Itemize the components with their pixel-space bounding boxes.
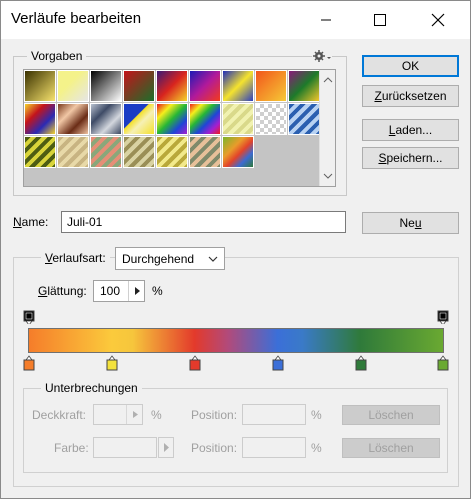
opacity-input: [93, 404, 143, 425]
opacity-position-input: [242, 404, 306, 425]
color-stop-4[interactable]: [272, 355, 284, 371]
gradient-type-value: Durchgehend: [122, 252, 195, 266]
opacity-unit: %: [151, 408, 162, 422]
opacity-stop-left[interactable]: [23, 310, 35, 324]
color-stop-5[interactable]: [355, 355, 367, 371]
color-menu-button: [158, 437, 174, 458]
maximize-button[interactable]: [357, 1, 403, 39]
smoothness-unit: %: [152, 284, 163, 298]
close-button[interactable]: [415, 1, 461, 39]
presets-list: [23, 69, 336, 187]
smoothness-label: Glättung:: [38, 284, 87, 298]
name-input[interactable]: Juli-01: [61, 211, 346, 233]
preset-swatch[interactable]: [123, 103, 155, 135]
gear-icon: [313, 50, 331, 62]
preset-swatch[interactable]: [123, 136, 155, 168]
title-bar: Verläufe bearbeiten: [1, 1, 470, 39]
presets-swatch-grid: [24, 70, 320, 186]
preset-swatch[interactable]: [57, 136, 89, 168]
triangle-right-icon: [164, 443, 169, 452]
preset-swatch[interactable]: [156, 136, 188, 168]
opacity-label: Deckkraft:: [32, 408, 87, 422]
preset-swatch[interactable]: [222, 70, 254, 102]
opacity-stepper: [126, 405, 142, 424]
reset-button[interactable]: Zurücksetzen: [362, 85, 459, 107]
preset-swatch[interactable]: [24, 136, 56, 168]
color-stop-2[interactable]: [106, 355, 118, 371]
chevron-down-icon: [208, 256, 218, 262]
minimize-button[interactable]: [303, 1, 349, 39]
color-stop-6[interactable]: [437, 355, 449, 371]
preset-swatch[interactable]: [222, 103, 254, 135]
preset-swatch[interactable]: [57, 103, 89, 135]
gradient-editor-window: Verläufe bearbeiten Vorgaben OK Z urücks…: [0, 0, 471, 499]
preset-swatch[interactable]: [90, 136, 122, 168]
triangle-right-icon: [135, 287, 140, 295]
new-button[interactable]: Ne u: [362, 212, 459, 234]
opacity-position-unit: %: [311, 408, 322, 422]
stops-group-label: Unterbrechungen: [41, 381, 142, 395]
preset-swatch[interactable]: [24, 103, 56, 135]
presets-menu-button[interactable]: [312, 49, 332, 63]
delete-opacity-stop-button: Löschen: [342, 405, 440, 425]
preset-swatch[interactable]: [255, 70, 287, 102]
preset-swatch[interactable]: [90, 103, 122, 135]
load-button[interactable]: Laden...: [362, 119, 459, 141]
color-position-label: Position:: [191, 441, 238, 455]
save-button[interactable]: Speichern...: [362, 147, 459, 169]
delete-color-stop-button: Löschen: [342, 438, 440, 458]
opacity-stop-right[interactable]: [437, 310, 449, 324]
close-icon: [431, 13, 445, 27]
preset-swatch[interactable]: [255, 103, 287, 135]
color-swatch-field: [93, 437, 157, 458]
preset-swatch[interactable]: [156, 70, 188, 102]
triangle-right-icon: [133, 411, 138, 418]
gradient-type-select[interactable]: Durchgehend: [115, 247, 225, 270]
smoothness-value: 100: [100, 284, 121, 298]
preset-swatch[interactable]: [156, 103, 188, 135]
name-label: Name:: [13, 215, 49, 229]
presets-scrollbar[interactable]: [319, 70, 335, 186]
maximize-icon: [374, 14, 386, 26]
preset-swatch[interactable]: [123, 70, 155, 102]
preset-swatch[interactable]: [90, 70, 122, 102]
gradient-preview-bar[interactable]: [28, 328, 444, 353]
preset-swatch[interactable]: [288, 103, 320, 135]
smoothness-input[interactable]: 100: [93, 280, 145, 302]
window-title: Verläufe bearbeiten: [11, 10, 142, 27]
stops-group: [23, 388, 448, 473]
preset-swatch[interactable]: [189, 70, 221, 102]
preset-swatch[interactable]: [24, 70, 56, 102]
preset-swatch[interactable]: [189, 136, 221, 168]
color-stop-1[interactable]: [23, 355, 35, 371]
preset-swatch[interactable]: [288, 70, 320, 102]
minimize-icon: [321, 19, 331, 21]
ok-button[interactable]: OK: [362, 55, 459, 77]
color-label: Farbe:: [54, 441, 89, 455]
opacity-position-label: Position:: [191, 408, 238, 422]
scroll-down-icon[interactable]: [320, 168, 336, 184]
color-position-unit: %: [311, 441, 322, 455]
gradient-type-label: Verlaufsart:: [41, 251, 110, 265]
smoothness-stepper[interactable]: [128, 281, 144, 301]
preset-swatch[interactable]: [189, 103, 221, 135]
preset-swatch[interactable]: [222, 136, 254, 168]
scroll-up-icon[interactable]: [320, 72, 336, 88]
presets-label: Vorgaben: [27, 49, 87, 63]
preset-swatch[interactable]: [57, 70, 89, 102]
color-position-input: [242, 437, 306, 458]
color-stop-3[interactable]: [189, 355, 201, 371]
